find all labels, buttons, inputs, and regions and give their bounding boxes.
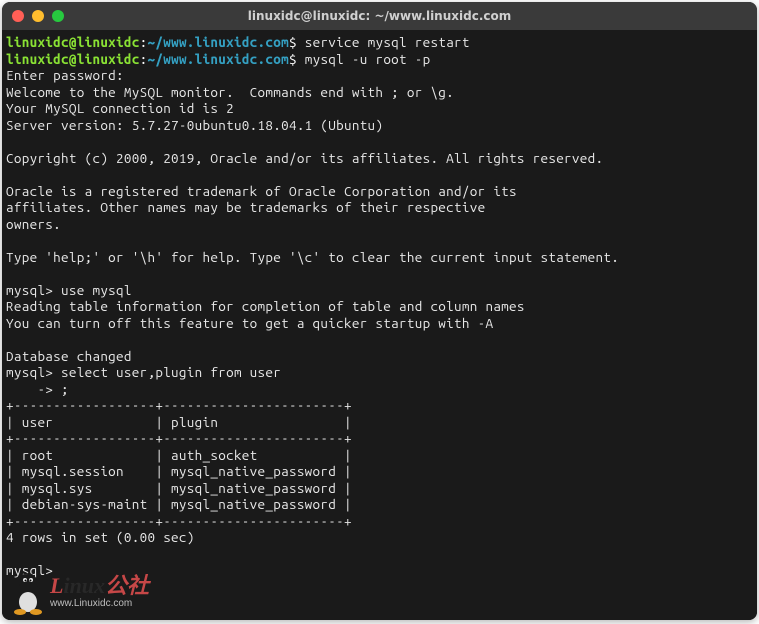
- output-line: Oracle is a registered trademark of Orac…: [6, 183, 517, 199]
- output-line: Welcome to the MySQL monitor. Commands e…: [6, 84, 454, 100]
- prompt-dollar: $: [289, 51, 297, 67]
- output-line: Your MySQL connection id is 2: [6, 100, 234, 116]
- table-border: +------------------+--------------------…: [6, 430, 352, 446]
- mysql-prompt: mysql>: [6, 562, 53, 578]
- table-row: | mysql.session | mysql_native_password …: [6, 463, 352, 479]
- prompt-dollar: $: [289, 34, 297, 50]
- mysql-continuation: -> ;: [6, 381, 69, 397]
- command-2: mysql -u root -p: [297, 51, 431, 67]
- terminal-window: linuxidc@linuxidc: ~/www.linuxidc.com li…: [2, 2, 757, 620]
- mysql-command: mysql> select user,plugin from user: [6, 364, 281, 380]
- maximize-icon[interactable]: [52, 10, 64, 22]
- table-border: +------------------+--------------------…: [6, 397, 352, 413]
- prompt-userhost: linuxidc@linuxidc: [6, 34, 140, 50]
- output-line: Copyright (c) 2000, 2019, Oracle and/or …: [6, 150, 603, 166]
- command-1: service mysql restart: [297, 34, 470, 50]
- minimize-icon[interactable]: [32, 10, 44, 22]
- output-line: Database changed: [6, 348, 132, 364]
- table-header: | user | plugin |: [6, 414, 352, 430]
- window-title: linuxidc@linuxidc: ~/www.linuxidc.com: [248, 9, 512, 23]
- output-line: owners.: [6, 216, 61, 232]
- output-line: You can turn off this feature to get a q…: [6, 315, 493, 331]
- output-line: Enter password:: [6, 67, 124, 83]
- close-icon[interactable]: [12, 10, 24, 22]
- prompt-userhost: linuxidc@linuxidc: [6, 51, 140, 67]
- output-line: 4 rows in set (0.00 sec): [6, 529, 195, 545]
- window-controls: [12, 10, 64, 22]
- table-row: | debian-sys-maint | mysql_native_passwo…: [6, 496, 352, 512]
- mysql-command: mysql> use mysql: [6, 282, 132, 298]
- output-line: affiliates. Other names may be trademark…: [6, 199, 485, 215]
- title-bar: linuxidc@linuxidc: ~/www.linuxidc.com: [2, 2, 757, 30]
- table-border: +------------------+--------------------…: [6, 513, 352, 529]
- table-row: | mysql.sys | mysql_native_password |: [6, 480, 352, 496]
- terminal-content[interactable]: linuxidc@linuxidc:~/www.linuxidc.com$ se…: [2, 30, 757, 620]
- output-line: Reading table information for completion…: [6, 298, 525, 314]
- prompt-path: ~/www.linuxidc.com: [148, 34, 289, 50]
- output-line: Server version: 5.7.27-0ubuntu0.18.04.1 …: [6, 117, 383, 133]
- table-row: | root | auth_socket |: [6, 447, 352, 463]
- output-line: Type 'help;' or '\h' for help. Type '\c'…: [6, 249, 619, 265]
- prompt-path: ~/www.linuxidc.com: [148, 51, 289, 67]
